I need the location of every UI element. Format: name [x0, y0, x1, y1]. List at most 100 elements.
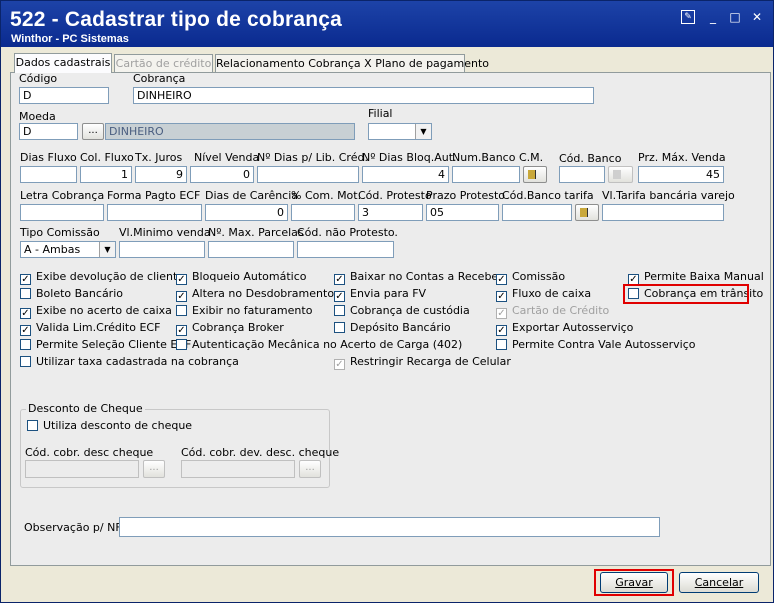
checkbox-box[interactable] — [20, 356, 31, 367]
checkbox-box[interactable] — [20, 288, 31, 299]
checkbox-envia-fv[interactable]: ✓ Envia para FV — [334, 287, 426, 302]
cod-banco-input[interactable] — [559, 166, 605, 183]
prazo-protesto-input[interactable]: 05 — [426, 204, 499, 221]
checkbox-fluxo-caixa[interactable]: ✓ Fluxo de caixa — [496, 287, 591, 302]
checkbox-cobranca-custodia[interactable]: Cobrança de custódia — [334, 304, 470, 318]
checkbox-box[interactable]: ✓ — [496, 291, 507, 302]
vl-tarifa-bancaria-input[interactable] — [602, 204, 724, 221]
checkbox-box[interactable]: ✓ — [334, 291, 345, 302]
tab-cartao-credito[interactable]: Cartão de crédito — [114, 54, 213, 72]
cancel-button[interactable]: Cancelar — [679, 572, 759, 593]
checkbox-box[interactable]: ✓ — [496, 308, 507, 319]
checkbox-permite-baixa-manual[interactable]: ✓ Permite Baixa Manual — [628, 270, 764, 285]
com-mot-input[interactable] — [291, 204, 355, 221]
checkbox-cobranca-broker[interactable]: ✓ Cobrança Broker — [176, 321, 284, 336]
vl-tarifa-bancaria-label: Vl.Tarifa bancária varejo — [602, 189, 735, 202]
checkbox-restringir-recarga[interactable]: ✓ Restringir Recarga de Celular — [334, 355, 511, 370]
nivel-venda-label: Nível Venda — [194, 151, 260, 164]
checkbox-box[interactable]: ✓ — [176, 291, 187, 302]
checkbox-deposito-bancario[interactable]: Depósito Bancário — [334, 321, 451, 335]
checkbox-box[interactable]: ✓ — [176, 325, 187, 336]
max-parcelas-input[interactable] — [208, 241, 294, 258]
checkbox-valida-lim-credito[interactable]: ✓ Valida Lim.Crédito ECF — [20, 321, 160, 336]
checkbox-exibe-devolucao[interactable]: ✓ Exibe devolução de cliente — [20, 270, 184, 285]
checkbox-bloqueio-automatico[interactable]: ✓ Bloqueio Automático — [176, 270, 306, 285]
checkbox-label: Cobrança Broker — [192, 321, 284, 334]
letra-cobranca-input[interactable] — [20, 204, 104, 221]
checkbox-altera-desdobramento[interactable]: ✓ Altera no Desdobramento — [176, 287, 335, 302]
prz-max-venda-input[interactable]: 45 — [638, 166, 724, 183]
checkbox-box[interactable]: ✓ — [496, 325, 507, 336]
checkbox-box[interactable] — [176, 305, 187, 316]
checkbox-box[interactable] — [334, 305, 345, 316]
checkbox-permite-contra-vale[interactable]: Permite Contra Vale Autosserviço — [496, 338, 696, 352]
cod-banco-label: Cód. Banco — [559, 152, 622, 165]
checkbox-autenticacao-mecanica[interactable]: Autenticação Mecânica no Acerto de Carga… — [176, 338, 462, 352]
dias-carencia-input[interactable]: 0 — [205, 204, 288, 221]
checkbox-exibir-faturamento[interactable]: Exibir no faturamento — [176, 304, 312, 318]
checkbox-box[interactable]: ✓ — [176, 274, 187, 285]
checkbox-box[interactable] — [334, 322, 345, 333]
checkbox-box[interactable] — [20, 339, 31, 350]
moeda-description: DINHEIRO — [105, 123, 355, 140]
moeda-lookup-button[interactable]: ... — [82, 123, 104, 140]
cod-banco-lookup-button[interactable] — [608, 166, 633, 183]
banco-tarifa-lookup-button[interactable] — [575, 204, 599, 221]
dias-lib-cred-input[interactable] — [257, 166, 359, 183]
moeda-input[interactable]: D — [19, 123, 78, 140]
edit-icon[interactable]: ✎ — [681, 10, 695, 24]
checkbox-cartao-credito[interactable]: ✓ Cartão de Crédito — [496, 304, 609, 319]
col-fluxo-input[interactable]: 1 — [80, 166, 132, 183]
num-banco-lookup-button[interactable] — [523, 166, 547, 183]
checkbox-exibe-acerto-caixa[interactable]: ✓ Exibe no acerto de caixa — [20, 304, 172, 319]
filial-select[interactable]: ▼ — [368, 123, 432, 140]
checkbox-permite-selecao-cliente[interactable]: Permite Seleção Cliente ECF — [20, 338, 191, 352]
checkbox-baixar-contas-receber[interactable]: ✓ Baixar no Contas a Receber — [334, 270, 503, 285]
codigo-input[interactable]: D — [19, 87, 109, 104]
checkbox-box[interactable] — [27, 420, 38, 431]
cod-banco-tarifa-input[interactable] — [502, 204, 572, 221]
tipo-comissao-select[interactable]: A - Ambas ▼ — [20, 241, 116, 258]
cobranca-input[interactable]: DINHEIRO — [133, 87, 594, 104]
checkbox-exportar-autosservico[interactable]: ✓ Exportar Autosserviço — [496, 321, 633, 336]
dias-fluxo-input[interactable] — [20, 166, 77, 183]
chevron-down-icon[interactable]: ▼ — [99, 242, 115, 257]
checkbox-box[interactable]: ✓ — [20, 274, 31, 285]
forma-pagto-ecf-input[interactable] — [107, 204, 202, 221]
dias-bloq-aut-input[interactable]: 4 — [362, 166, 449, 183]
maximize-icon[interactable]: □ — [728, 10, 742, 24]
chevron-down-icon[interactable]: ▼ — [415, 124, 431, 139]
observacao-nf-input[interactable] — [119, 517, 660, 537]
cod-nao-protesto-input[interactable] — [297, 241, 394, 258]
cod-desc-cheque-input[interactable] — [25, 460, 139, 478]
vl-minimo-venda-label: Vl.Minimo venda — [119, 226, 211, 239]
prazo-protesto-label: Prazo Protesto — [426, 189, 506, 202]
checkbox-box[interactable] — [176, 339, 187, 350]
cod-dev-cheque-lookup-button[interactable]: ... — [299, 460, 321, 478]
checkbox-utilizar-taxa[interactable]: Utilizar taxa cadastrada na cobrança — [20, 355, 239, 369]
checkbox-box[interactable] — [496, 339, 507, 350]
checkbox-box[interactable]: ✓ — [334, 274, 345, 285]
tab-dados-cadastrais[interactable]: Dados cadastrais — [14, 53, 112, 73]
checkbox-box[interactable]: ✓ — [334, 359, 345, 370]
checkbox-boleto-bancario[interactable]: Boleto Bancário — [20, 287, 123, 301]
vl-minimo-venda-input[interactable] — [119, 241, 205, 258]
checkbox-box[interactable]: ✓ — [20, 308, 31, 319]
num-banco-cm-input[interactable] — [452, 166, 520, 183]
checkbox-label: Altera no Desdobramento — [192, 287, 335, 300]
checkbox-comissao[interactable]: ✓ Comissão — [496, 270, 565, 285]
observacao-nf-label: Observação p/ NF: — [24, 521, 125, 534]
nivel-venda-input[interactable]: 0 — [190, 166, 254, 183]
checkbox-box[interactable]: ✓ — [20, 325, 31, 336]
tab-relacionamento[interactable]: Relacionamento Cobrança X Plano de pagam… — [215, 54, 489, 72]
highlight-save-button — [594, 569, 674, 596]
filial-label: Filial — [368, 107, 393, 120]
checkbox-utiliza-desconto-cheque[interactable]: Utiliza desconto de cheque — [27, 419, 192, 433]
cod-protesto-input[interactable]: 3 — [358, 204, 423, 221]
minimize-icon[interactable]: _ — [706, 10, 720, 24]
cod-dev-cheque-input[interactable] — [181, 460, 295, 478]
tx-juros-input[interactable]: 9 — [135, 166, 187, 183]
cod-desc-cheque-lookup-button[interactable]: ... — [143, 460, 165, 478]
close-icon[interactable]: ✕ — [750, 10, 764, 24]
checkbox-box[interactable]: ✓ — [496, 274, 507, 285]
